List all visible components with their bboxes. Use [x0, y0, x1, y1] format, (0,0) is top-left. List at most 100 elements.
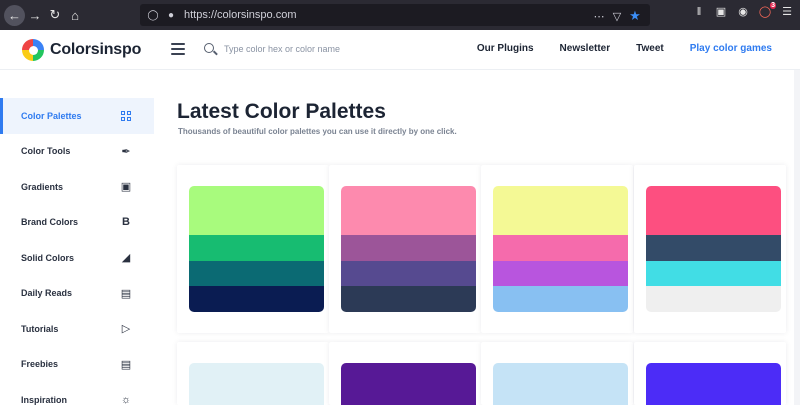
palette-swatch — [493, 186, 628, 312]
newspaper-icon: ▤ — [120, 287, 132, 300]
logo[interactable]: Colorsinspo — [22, 39, 141, 61]
color-band[interactable] — [493, 363, 628, 405]
color-band[interactable] — [646, 363, 781, 405]
ublock-icon[interactable]: ◯ 3 — [758, 2, 776, 18]
sun-icon: ☼ — [120, 393, 132, 405]
sidebar-item-color-palettes[interactable]: Color Palettes — [0, 98, 154, 134]
play-icon: ▷ — [121, 323, 131, 336]
arrow-left-icon: ← — [8, 7, 21, 23]
color-band[interactable] — [341, 286, 476, 312]
forward-button[interactable]: → — [25, 5, 45, 25]
scrollbar-track[interactable] — [794, 70, 800, 405]
nav-play-color-games[interactable]: Play color games — [690, 43, 772, 54]
hamburger-menu-icon[interactable]: ☰ — [780, 5, 794, 18]
sidebar-item-inspiration[interactable]: Inspiration ☼ — [0, 382, 154, 405]
sidebar-toggle-icon[interactable]: ▣ — [714, 5, 728, 18]
site-header: Colorsinspo Our Plugins Newsletter Tweet… — [0, 30, 800, 70]
library-icon[interactable]: ‖ — [692, 6, 706, 18]
palette-card[interactable] — [634, 342, 786, 405]
sidebar-item-label: Gradients — [21, 181, 64, 192]
sidebar-item-label: Brand Colors — [21, 217, 79, 228]
sidebar-item-label: Color Tools — [21, 146, 71, 157]
color-band[interactable] — [493, 261, 628, 286]
color-band[interactable] — [189, 363, 324, 405]
color-band[interactable] — [493, 235, 628, 261]
color-band[interactable] — [341, 186, 476, 235]
top-nav: Our Plugins Newsletter Tweet Play color … — [477, 43, 772, 54]
url-bar[interactable]: ◯ ● https://colorsinspo.com ⋯ ▽ ★ — [140, 4, 650, 26]
color-band[interactable] — [646, 235, 781, 261]
color-band[interactable] — [493, 186, 628, 235]
grid-icon — [120, 110, 132, 122]
color-band[interactable] — [189, 286, 324, 312]
palette-swatch — [189, 186, 324, 312]
paint-bucket-icon: ◢ — [121, 252, 131, 265]
color-band[interactable] — [493, 286, 628, 312]
palette-card[interactable] — [481, 165, 633, 333]
palette-swatch — [341, 186, 476, 312]
color-band[interactable] — [189, 261, 324, 286]
color-band[interactable] — [646, 186, 781, 235]
sidebar-item-label: Color Palettes — [21, 110, 82, 121]
palette-swatch — [493, 363, 628, 405]
sidebar-item-brand-colors[interactable]: Brand Colors B — [0, 205, 154, 241]
color-band[interactable] — [189, 186, 324, 235]
bold-b-icon: B — [122, 216, 130, 229]
palette-card[interactable] — [177, 342, 329, 405]
image-icon: ▣ — [120, 181, 132, 194]
home-button[interactable]: ⌂ — [65, 5, 85, 25]
palette-grid — [177, 165, 792, 405]
palette-card[interactable] — [634, 165, 786, 333]
search-icon — [204, 43, 214, 53]
menu-icon[interactable] — [171, 43, 185, 55]
nav-tweet[interactable]: Tweet — [636, 43, 664, 54]
palette-card[interactable] — [177, 165, 329, 333]
url-text: https://colorsinspo.com — [184, 9, 297, 21]
url-actions: ⋯ ▽ ★ — [592, 8, 642, 24]
sidebar-item-label: Daily Reads — [21, 288, 73, 299]
pocket-icon[interactable]: ▽ — [610, 10, 624, 23]
star-icon[interactable]: ★ — [628, 8, 642, 24]
more-icon[interactable]: ⋯ — [592, 10, 606, 23]
color-band[interactable] — [341, 235, 476, 261]
logo-text: Colorsinspo — [50, 41, 142, 58]
color-band[interactable] — [341, 363, 476, 405]
palette-swatch — [189, 363, 324, 405]
sidebar: Color Palettes Color Tools ✒ Gradients ▣… — [0, 98, 154, 405]
reload-button[interactable]: ↻ — [45, 5, 65, 25]
nav-newsletter[interactable]: Newsletter — [560, 43, 611, 54]
search-input[interactable] — [224, 41, 424, 57]
sidebar-item-label: Inspiration — [21, 394, 68, 405]
palette-card[interactable] — [481, 342, 633, 405]
account-icon[interactable]: ◉ — [736, 5, 750, 18]
color-band[interactable] — [341, 261, 476, 286]
lock-icon: ● — [167, 9, 175, 21]
sidebar-item-tutorials[interactable]: Tutorials ▷ — [0, 311, 154, 347]
palette-swatch — [646, 363, 781, 405]
sidebar-item-solid-colors[interactable]: Solid Colors ◢ — [0, 240, 154, 276]
color-band[interactable] — [646, 286, 781, 312]
sidebar-item-daily-reads[interactable]: Daily Reads ▤ — [0, 276, 154, 312]
shield-icon: ◯ — [147, 9, 159, 21]
sidebar-item-freebies[interactable]: Freebies ▤ — [0, 347, 154, 383]
palette-card[interactable] — [329, 342, 481, 405]
logo-icon — [22, 39, 44, 61]
nav-our-plugins[interactable]: Our Plugins — [477, 43, 534, 54]
color-band[interactable] — [646, 261, 781, 286]
color-band[interactable] — [189, 235, 324, 261]
eyedropper-icon: ✒ — [121, 145, 131, 158]
page-title: Latest Color Palettes — [177, 100, 386, 123]
sidebar-item-label: Freebies — [21, 359, 59, 370]
palette-swatch — [341, 363, 476, 405]
sidebar-item-gradients[interactable]: Gradients ▣ — [0, 169, 154, 205]
sidebar-item-label: Tutorials — [21, 323, 59, 334]
back-button[interactable]: ← — [4, 4, 25, 26]
sidebar-item-label: Solid Colors — [21, 252, 75, 263]
home-icon: ⌂ — [71, 7, 79, 23]
sidebar-item-color-tools[interactable]: Color Tools ✒ — [0, 134, 154, 170]
layout-icon: ▤ — [120, 358, 132, 371]
page-subtitle: Thousands of beautiful color palettes yo… — [178, 127, 457, 136]
palette-card[interactable] — [329, 165, 481, 333]
arrow-right-icon: → — [28, 7, 42, 23]
palette-swatch — [646, 186, 781, 312]
